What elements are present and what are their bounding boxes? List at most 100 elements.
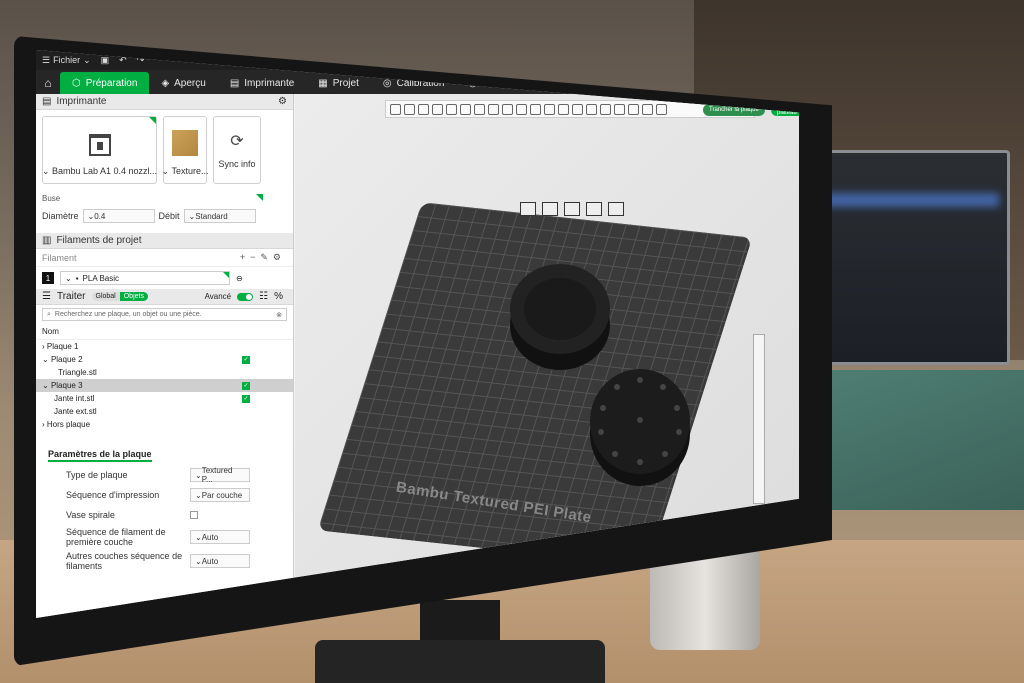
search-placeholder: Recherchez une plaque, un objet ou une p… xyxy=(54,311,202,318)
tree-row[interactable]: › Plaque 1 xyxy=(36,340,293,353)
texture-label-text: Texture... xyxy=(171,166,209,176)
tab-apercu[interactable]: ◈ Aperçu xyxy=(149,72,217,94)
printer-name: ⌄ Bambu Lab A1 0.4 nozzl... xyxy=(41,166,158,176)
plate-settings-icon[interactable] xyxy=(608,202,624,216)
tab-imprimante[interactable]: ▤ Imprimante xyxy=(218,72,306,94)
tree-row-selected[interactable]: ⌄ Plaque 3 ✓ xyxy=(36,379,293,392)
delete-plate-icon[interactable] xyxy=(520,202,536,216)
file-menu[interactable]: ☰ Fichier ⌄ xyxy=(42,55,91,66)
tree-row[interactable]: Jante int.stl ✓ xyxy=(36,392,293,405)
printer-row: ⌄ Bambu Lab A1 0.4 nozzl... ⌄ Texture...… xyxy=(36,110,293,190)
color-paint-icon[interactable] xyxy=(572,103,583,115)
seam-paint-icon[interactable] xyxy=(558,103,569,115)
add-object-icon[interactable] xyxy=(390,103,401,115)
tree-label: Triangle.stl xyxy=(58,368,97,377)
filament-item[interactable]: 1 ⌄ ▪ PLA Basic ⊖ xyxy=(36,267,293,289)
section-title: Filaments de projet xyxy=(56,235,142,246)
check-icon[interactable]: ✓ xyxy=(242,355,250,364)
param-label: Type de plaque xyxy=(66,470,128,480)
clear-icon[interactable]: ⊗ xyxy=(276,311,282,319)
filament-number: 1 xyxy=(42,272,54,284)
grid-icon[interactable] xyxy=(404,103,415,115)
lock-plate-icon[interactable] xyxy=(586,202,602,216)
tree-label: Plaque 1 xyxy=(46,342,79,351)
plate-texture-card[interactable]: ⌄ Texture... xyxy=(162,116,209,184)
home-tab[interactable]: ⌂ xyxy=(36,72,60,94)
rotate-icon[interactable] xyxy=(474,103,485,115)
tab-preparation[interactable]: ⬡ Préparation xyxy=(60,72,150,94)
tree-label: Plaque 3 xyxy=(50,381,83,390)
param-label: Séquence de filament de première couche xyxy=(66,527,166,547)
add-icon[interactable]: + xyxy=(240,252,245,263)
variable-layer-icon[interactable] xyxy=(642,103,653,115)
cube-icon: ⬡ xyxy=(72,77,81,89)
list-icon[interactable]: ☷ xyxy=(259,291,268,302)
assembly-icon[interactable] xyxy=(614,103,625,115)
objects-option[interactable]: Objets xyxy=(119,292,148,301)
orient-plate-icon[interactable] xyxy=(564,202,580,216)
percent-icon[interactable]: % xyxy=(274,291,283,302)
check-icon[interactable]: ✓ xyxy=(242,394,250,403)
layer-slider[interactable] xyxy=(753,334,765,504)
remove-icon[interactable]: − xyxy=(250,252,255,263)
advanced-switch[interactable] xyxy=(237,292,254,301)
object-tree: Nom › Plaque 1 ⌄ Plaque 2 ✓ Triangle.stl … xyxy=(36,324,293,431)
other-layers-select[interactable]: ⌄ Auto xyxy=(190,554,250,568)
flow-select[interactable]: ⌄ Standard xyxy=(183,209,256,223)
filament-header-row: Filament + − ✎ ⚙ xyxy=(36,249,293,267)
brim-ear-icon[interactable] xyxy=(656,103,667,115)
boolean-icon[interactable] xyxy=(530,103,541,115)
filament-select[interactable]: ⌄ ▪ PLA Basic xyxy=(60,271,230,285)
nozzle-label: Buse xyxy=(42,194,287,203)
split-icon[interactable] xyxy=(628,103,639,115)
param-label: Autres couches séquence de filaments xyxy=(66,551,183,571)
color-swatch-icon: ▪ xyxy=(75,273,79,283)
flow-value: Standard xyxy=(195,211,228,221)
plate-type-select[interactable]: ⌄ Textured P... xyxy=(190,466,250,484)
tree-row[interactable]: ⌄ Plaque 2 ✓ xyxy=(36,353,293,366)
wheel-rim-model[interactable] xyxy=(510,264,610,354)
sync-info-button[interactable]: ⟳ Sync info xyxy=(213,116,261,184)
print-sequence-select[interactable]: ⌄ Par couche xyxy=(190,488,250,502)
menu-icon: ☰ xyxy=(42,54,51,65)
lay-flat-icon[interactable] xyxy=(502,103,513,115)
monitor-stand-base xyxy=(315,640,605,683)
edit-icon[interactable]: ✎ xyxy=(260,252,268,263)
stack-icon: ☰ xyxy=(42,291,51,302)
nozzle-row: Diamètre ⌄ 0.4 Débit ⌄ Standard xyxy=(42,209,287,223)
wheel-hub-model[interactable] xyxy=(590,369,690,474)
first-layer-select[interactable]: ⌄ Auto xyxy=(190,530,250,544)
cut-icon[interactable] xyxy=(516,103,527,115)
arrange-icon[interactable] xyxy=(432,103,443,115)
arrange-plate-icon[interactable] xyxy=(542,202,558,216)
tree-row[interactable]: Triangle.stl xyxy=(36,366,293,379)
object-search[interactable]: ⌕ Recherchez une plaque, un objet ou une… xyxy=(42,308,287,321)
move-icon[interactable] xyxy=(460,103,471,115)
section-title: Imprimante xyxy=(56,96,107,107)
tree-label: Jante ext.stl xyxy=(54,407,97,416)
param-value: Auto xyxy=(201,532,219,542)
layout-icon[interactable] xyxy=(446,103,457,115)
diameter-select[interactable]: ⌄ 0.4 xyxy=(82,209,155,223)
spiral-vase-checkbox[interactable] xyxy=(190,511,198,519)
nozzle-section: Buse Diamètre ⌄ 0.4 Débit ⌄ Standard xyxy=(36,190,293,227)
text-icon[interactable] xyxy=(586,103,597,115)
gear-icon[interactable]: ⚙ xyxy=(273,252,281,263)
gear-icon[interactable]: ⚙ xyxy=(278,96,287,107)
diameter-label: Diamètre xyxy=(42,211,79,221)
scale-icon[interactable] xyxy=(488,103,499,115)
measure-icon[interactable] xyxy=(600,103,611,115)
global-option[interactable]: Global xyxy=(91,292,120,301)
tree-row[interactable]: › Hors plaque xyxy=(36,418,293,431)
printer-card[interactable]: ⌄ Bambu Lab A1 0.4 nozzl... xyxy=(42,116,157,184)
support-paint-icon[interactable] xyxy=(544,103,555,115)
check-icon[interactable]: ✓ xyxy=(242,381,250,390)
orient-icon[interactable] xyxy=(418,103,429,115)
tab-label: Projet xyxy=(332,77,359,89)
tree-row[interactable]: Jante ext.stl xyxy=(36,405,293,418)
minus-circle-icon[interactable]: ⊖ xyxy=(236,274,243,283)
home-icon: ⌂ xyxy=(44,76,52,90)
global-objects-toggle[interactable]: Global Objets xyxy=(91,292,148,301)
save-icon[interactable]: ▣ xyxy=(101,55,110,66)
nozzle-label-text: Buse xyxy=(42,194,61,203)
